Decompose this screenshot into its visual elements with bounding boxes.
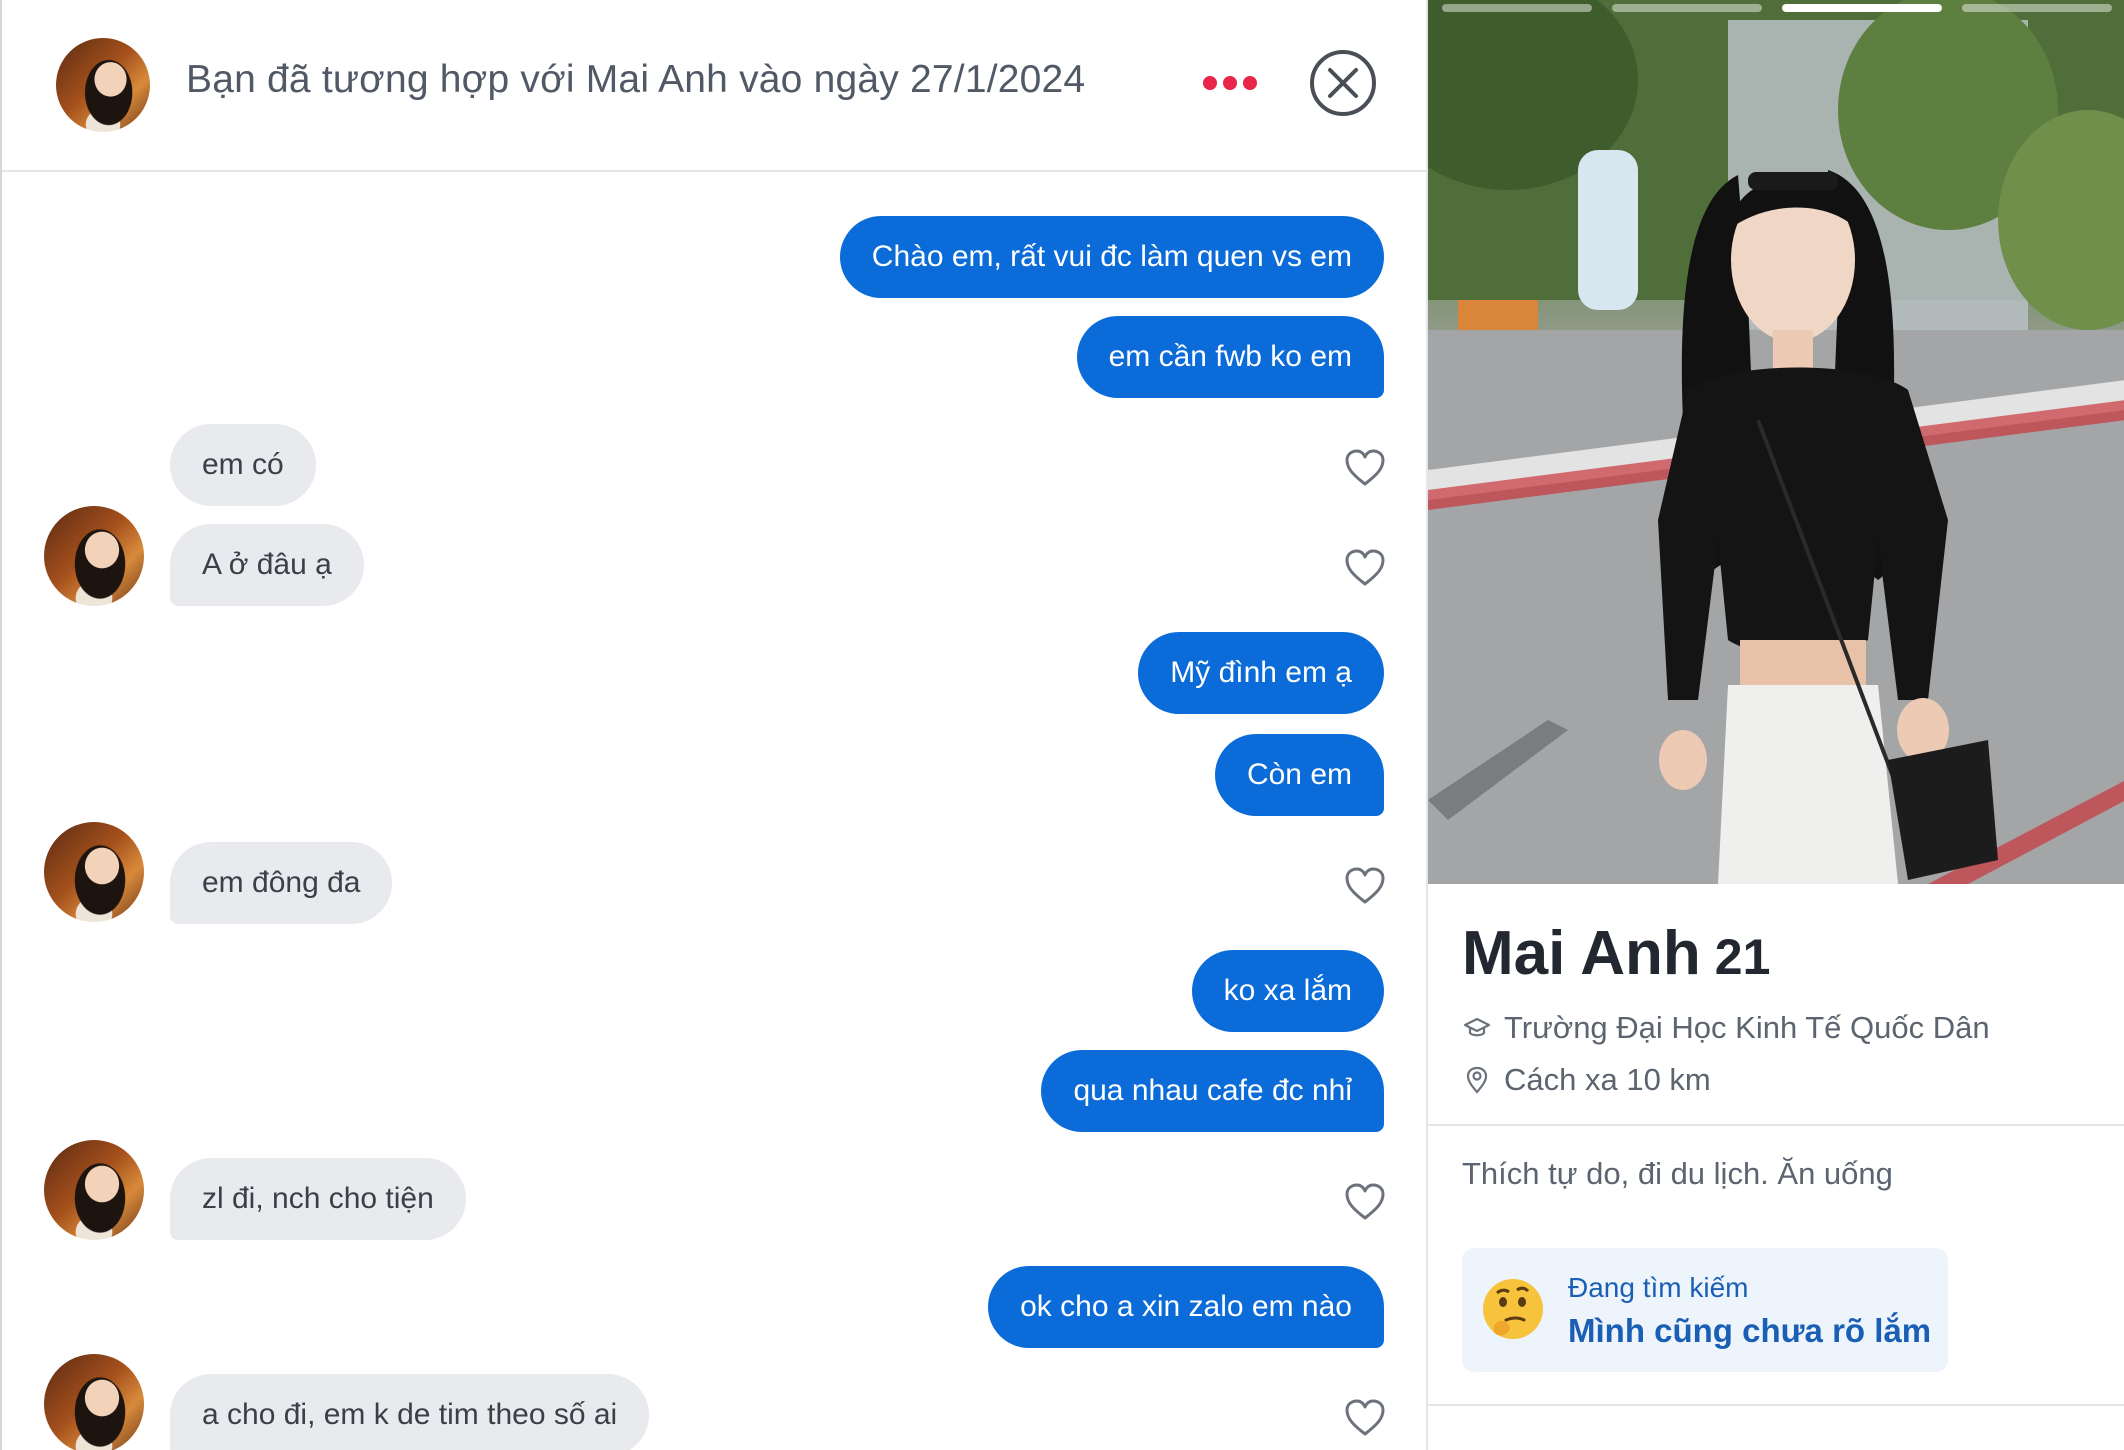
chat-pane: Bạn đã tương hợp với Mai Anh vào ngày 27… (0, 0, 1428, 1450)
message-bubble-received[interactable]: em đông đa (170, 842, 393, 924)
like-heart-icon[interactable] (1344, 866, 1386, 906)
thinking-face-emoji-icon (1483, 1279, 1543, 1339)
looking-for-card: Đang tìm kiếm Mình cũng chưa rõ lắm (1462, 1248, 1948, 1372)
sender-avatar[interactable] (44, 1354, 144, 1450)
looking-for-label: Đang tìm kiếm (1568, 1272, 1749, 1303)
message-bubble-sent[interactable]: Còn em (1214, 734, 1384, 816)
profile-age: 21 (1714, 929, 1771, 985)
profile-name: Mai Anh (1462, 919, 1701, 988)
photo-indicator (1612, 4, 1762, 12)
like-heart-icon[interactable] (1344, 1182, 1386, 1222)
message-bubble-sent[interactable]: qua nhau cafe đc nhỉ (1041, 1050, 1384, 1132)
message-bubble-sent[interactable]: Mỹ đình em ạ (1138, 632, 1384, 714)
profile-school-row: Trường Đại Học Kinh Tế Quốc Dân (1462, 1010, 1990, 1046)
more-dots-icon-dot (1223, 76, 1237, 90)
graduation-cap-icon (1463, 1017, 1491, 1037)
more-options-button[interactable] (1198, 66, 1262, 100)
message-bubble-received[interactable]: em có (170, 424, 316, 506)
message-bubble-received[interactable]: zl đi, nch cho tiện (170, 1158, 466, 1240)
message-bubble-sent[interactable]: ko xa lắm (1191, 950, 1384, 1032)
match-avatar[interactable] (56, 38, 150, 132)
more-dots-icon (1203, 76, 1217, 90)
like-heart-icon[interactable] (1344, 548, 1386, 588)
profile-photo[interactable] (1428, 0, 2124, 884)
message-bubble-sent[interactable]: Chào em, rất vui đc làm quen vs em (839, 216, 1384, 298)
photo-indicator (1442, 4, 1592, 12)
location-pin-icon (1466, 1066, 1488, 1094)
looking-for-value: Mình cũng chưa rõ lắm (1568, 1312, 1932, 1349)
message-bubble-received[interactable]: a cho đi, em k de tim theo số ai (170, 1374, 650, 1450)
profile-photo-illustration (1428, 0, 2124, 884)
divider (1428, 1404, 2124, 1406)
close-icon[interactable] (1308, 48, 1378, 118)
more-dots-icon-dot (1243, 76, 1257, 90)
profile-school: Trường Đại Học Kinh Tế Quốc Dân (1504, 1010, 1990, 1045)
profile-pane: Mai Anh 21 Trường Đại Học Kinh Tế Quốc Dâ… (1426, 0, 2124, 1450)
photo-indicator (1962, 4, 2112, 12)
sender-avatar[interactable] (44, 506, 144, 606)
chat-header: Bạn đã tương hợp với Mai Anh vào ngày 27… (2, 0, 1428, 172)
profile-distance: Cách xa 10 km (1504, 1062, 1711, 1097)
match-date-title: Bạn đã tương hợp với Mai Anh vào ngày 27… (186, 58, 1086, 101)
message-bubble-sent[interactable]: em cần fwb ko em (1076, 316, 1384, 398)
message-bubble-received[interactable]: A ở đâu ạ (170, 524, 364, 606)
like-heart-icon[interactable] (1344, 1398, 1386, 1438)
sender-avatar[interactable] (44, 1140, 144, 1240)
message-bubble-sent[interactable]: ok cho a xin zalo em nào (988, 1266, 1384, 1348)
divider (1428, 1124, 2124, 1126)
like-heart-icon[interactable] (1344, 448, 1386, 488)
sender-avatar[interactable] (44, 822, 144, 922)
photo-indicator-active (1782, 4, 1942, 12)
profile-distance-row: Cách xa 10 km (1462, 1062, 1711, 1098)
profile-bio: Thích tự do, đi du lịch. Ăn uống (1462, 1156, 1893, 1191)
profile-name-row: Mai Anh 21 (1462, 918, 1770, 989)
